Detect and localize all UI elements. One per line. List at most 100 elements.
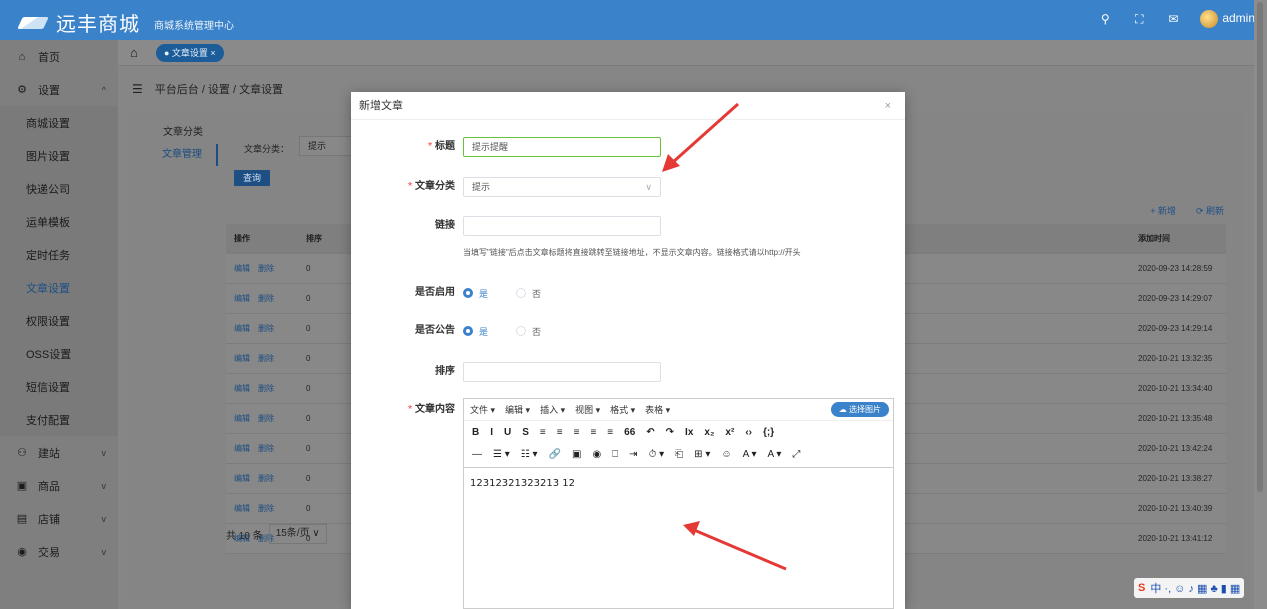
enabled-yes-radio[interactable]: 是 — [463, 287, 488, 300]
editor-menu-item[interactable]: 表格 ▾ — [645, 403, 670, 416]
sidebar-sub-waybill[interactable]: 运单模板 — [0, 205, 118, 238]
home-tab-icon[interactable]: ⌂ — [130, 45, 138, 60]
edit-link[interactable]: 编辑 — [234, 354, 250, 363]
editor-tool-icon[interactable]: ▣ — [572, 449, 581, 460]
delete-link[interactable]: 删除 — [258, 324, 274, 333]
editor-tool-icon[interactable]: ☷ ▾ — [521, 449, 538, 460]
notification-icon[interactable]: ✉ — [1166, 12, 1180, 26]
editor-tool-icon[interactable]: ⇥ — [629, 449, 637, 460]
sidebar-item-goods[interactable]: ▣ 商品 v — [0, 469, 118, 502]
page-scrollbar[interactable] — [1254, 0, 1267, 609]
tab-article-settings[interactable]: ● 文章设置 × — [156, 44, 224, 62]
edit-link[interactable]: 编辑 — [234, 324, 250, 333]
sidebar-sub-permission[interactable]: 权限设置 — [0, 304, 118, 337]
editor-menu-item[interactable]: 文件 ▾ — [470, 403, 495, 416]
edit-link[interactable]: 编辑 — [234, 414, 250, 423]
sidebar-item-trade[interactable]: ◉ 交易 v — [0, 535, 118, 568]
notice-no-radio[interactable]: 否 — [516, 325, 541, 338]
category-select[interactable]: 提示 ∨ — [463, 177, 661, 197]
editor-tool-icon[interactable]: A ▾ — [768, 449, 782, 460]
edit-link[interactable]: 编辑 — [234, 294, 250, 303]
edit-link[interactable]: 编辑 — [234, 264, 250, 273]
editor-tool-icon[interactable]: 🔗 — [549, 449, 561, 460]
sidebar-item-store[interactable]: ▤ 店铺 v — [0, 502, 118, 535]
editor-tool-icon[interactable]: S — [522, 427, 529, 438]
editor-menu-item[interactable]: 视图 ▾ — [575, 403, 600, 416]
editor-tool-icon[interactable]: ⏱ ▾ — [649, 449, 665, 460]
editor-tool-icon[interactable]: ≡ — [540, 427, 546, 438]
delete-link[interactable]: 删除 — [258, 294, 274, 303]
scrollbar-thumb[interactable] — [1257, 2, 1263, 492]
sidebar-item-settings[interactable]: ⚙ 设置 ^ — [0, 73, 118, 106]
query-button[interactable]: 查询 — [234, 170, 270, 186]
subnav-manage[interactable]: 文章管理 — [148, 144, 218, 166]
sort-input[interactable] — [463, 362, 661, 382]
title-input[interactable]: 提示提醒 — [463, 137, 661, 157]
editor-tool-icon[interactable]: ☺ — [721, 449, 731, 460]
delete-link[interactable]: 删除 — [258, 264, 274, 273]
editor-menu-item[interactable]: 编辑 ▾ — [505, 403, 530, 416]
select-image-button[interactable]: ☁ 选择图片 — [830, 402, 889, 417]
page-size-select[interactable]: 15条/页 ∨ — [268, 524, 327, 544]
link-input[interactable] — [463, 216, 661, 236]
editor-tool-icon[interactable]: {;} — [763, 427, 774, 438]
editor-tool-icon[interactable]: ≡ — [607, 427, 613, 438]
sidebar-item-home[interactable]: ⌂ 首页 — [0, 40, 118, 73]
editor-tool-icon[interactable]: ⎕ — [612, 449, 618, 460]
editor-tool-icon[interactable]: I — [490, 427, 493, 438]
editor-tool-icon[interactable]: ≡ — [590, 427, 596, 438]
editor-tool-icon[interactable]: ☰ ▾ — [493, 449, 510, 460]
editor-content[interactable]: 12312321323213 12 — [464, 467, 893, 608]
sidebar-sub-payment[interactable]: 支付配置 — [0, 403, 118, 436]
user-menu[interactable]: admin — [1200, 10, 1255, 28]
editor-tool-icon[interactable]: ↷ — [666, 427, 674, 438]
sidebar-sub-oss[interactable]: OSS设置 — [0, 337, 118, 370]
editor-tool-icon[interactable]: ≡ — [557, 427, 563, 438]
editor-tool-icon[interactable]: Ix — [685, 427, 693, 438]
brand-logo[interactable]: 远丰商城 商城系统管理中心 — [20, 8, 234, 37]
editor-menu-item[interactable]: 插入 ▾ — [540, 403, 565, 416]
edit-link[interactable]: 编辑 — [234, 444, 250, 453]
editor-tool-icon[interactable]: ⤢ — [792, 449, 800, 460]
menu-toggle-icon[interactable]: ☰ — [132, 82, 143, 96]
sidebar-sub-express[interactable]: 快递公司 — [0, 172, 118, 205]
editor-tool-icon[interactable]: x² — [725, 427, 734, 438]
sidebar-sub-image[interactable]: 图片设置 — [0, 139, 118, 172]
delete-link[interactable]: 删除 — [258, 354, 274, 363]
search-icon[interactable]: ⚲ — [1098, 12, 1112, 26]
sidebar-sub-article[interactable]: 文章设置 — [0, 271, 118, 304]
editor-menu-item[interactable]: 格式 ▾ — [610, 403, 635, 416]
sidebar-item-site[interactable]: ⚇ 建站 v — [0, 436, 118, 469]
delete-link[interactable]: 删除 — [258, 384, 274, 393]
add-button[interactable]: + 新增 — [1150, 204, 1176, 217]
enabled-no-radio[interactable]: 否 — [516, 287, 541, 300]
editor-tool-icon[interactable]: 66 — [624, 427, 635, 438]
editor-tool-icon[interactable]: ‹› — [745, 427, 752, 438]
sidebar-sub-mall[interactable]: 商城设置 — [0, 106, 118, 139]
editor-tool-icon[interactable]: B — [472, 427, 479, 438]
editor-tool-icon[interactable]: — — [472, 449, 482, 460]
delete-link[interactable]: 删除 — [258, 474, 274, 483]
sidebar-sub-sms[interactable]: 短信设置 — [0, 370, 118, 403]
editor-tool-icon[interactable]: ↶ — [646, 427, 654, 438]
editor-tool-icon[interactable]: ◉ — [592, 449, 601, 460]
sidebar-sub-cron[interactable]: 定时任务 — [0, 238, 118, 271]
edit-link[interactable]: 编辑 — [234, 504, 250, 513]
subnav-category[interactable]: 文章分类 — [148, 122, 218, 144]
delete-link[interactable]: 删除 — [258, 444, 274, 453]
ime-toolbar[interactable]: S 中 ·, ☺ ♪ ▦ ♣ ▮ ▦ — [1134, 578, 1245, 598]
edit-link[interactable]: 编辑 — [234, 474, 250, 483]
delete-link[interactable]: 删除 — [258, 504, 274, 513]
delete-link[interactable]: 删除 — [258, 414, 274, 423]
filter-category-select[interactable]: 提示 — [299, 136, 359, 156]
editor-tool-icon[interactable]: U — [504, 427, 511, 438]
close-icon[interactable]: × — [885, 92, 891, 120]
refresh-button[interactable]: ⟳ 刷新 — [1196, 204, 1224, 217]
notice-yes-radio[interactable]: 是 — [463, 325, 488, 338]
editor-tool-icon[interactable]: ⊞ ▾ — [694, 449, 710, 460]
editor-tool-icon[interactable]: ≡ — [574, 427, 580, 438]
editor-tool-icon[interactable]: x₂ — [704, 427, 714, 438]
fullscreen-icon[interactable]: ⛶ — [1132, 12, 1146, 27]
editor-tool-icon[interactable]: ⎗ — [675, 449, 683, 460]
editor-tool-icon[interactable]: A ▾ — [743, 449, 757, 460]
